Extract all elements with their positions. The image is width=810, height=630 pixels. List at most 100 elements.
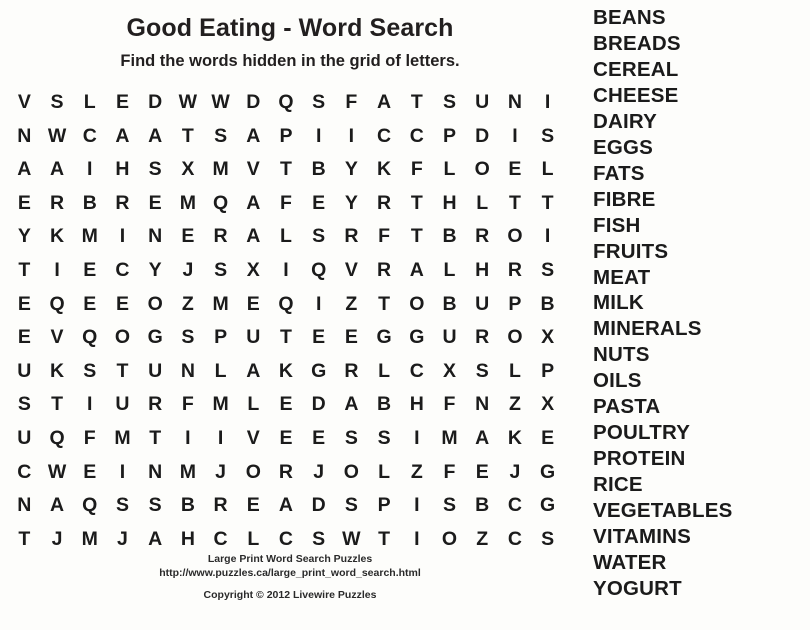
grid-cell[interactable]: J [106, 529, 139, 550]
grid-cell[interactable]: M [73, 529, 106, 550]
grid-cell[interactable]: A [466, 428, 499, 449]
grid-cell[interactable]: W [172, 93, 205, 113]
grid-cell[interactable]: R [139, 395, 172, 415]
grid-cell[interactable]: C [499, 529, 532, 550]
word-list-item[interactable]: FRUITS [593, 239, 810, 265]
grid-cell[interactable]: U [466, 93, 499, 113]
grid-cell[interactable]: S [172, 328, 205, 348]
grid-cell[interactable]: U [237, 328, 270, 348]
grid-cell[interactable]: W [204, 93, 237, 113]
grid-cell[interactable]: A [237, 361, 270, 382]
grid-cell[interactable]: S [531, 529, 564, 550]
grid-cell[interactable]: V [335, 261, 368, 281]
grid-cell[interactable]: T [400, 193, 433, 214]
word-list-item[interactable]: MILK [593, 290, 810, 316]
grid-cell[interactable]: L [237, 529, 270, 550]
grid-cell[interactable]: B [531, 294, 564, 315]
grid-cell[interactable]: E [73, 294, 106, 315]
grid-cell[interactable]: L [368, 462, 401, 483]
grid-cell[interactable]: I [73, 160, 106, 180]
grid-cell[interactable]: S [204, 261, 237, 281]
grid-cell[interactable]: I [270, 261, 303, 281]
grid-cell[interactable]: K [41, 227, 74, 247]
grid-cell[interactable]: I [531, 227, 564, 247]
grid-cell[interactable]: M [106, 428, 139, 449]
grid-cell[interactable]: Z [499, 395, 532, 415]
grid-cell[interactable]: S [335, 496, 368, 516]
grid-cell[interactable]: R [106, 193, 139, 214]
grid-cell[interactable]: S [73, 361, 106, 382]
grid-cell[interactable]: F [73, 428, 106, 449]
grid-cell[interactable]: Q [73, 328, 106, 348]
grid-cell[interactable]: R [368, 261, 401, 281]
grid-cell[interactable]: F [335, 93, 368, 113]
grid-cell[interactable]: R [466, 227, 499, 247]
grid-cell[interactable]: N [172, 361, 205, 382]
grid-cell[interactable]: F [172, 395, 205, 415]
word-list-item[interactable]: RICE [593, 472, 810, 498]
grid-cell[interactable]: G [368, 328, 401, 348]
grid-cell[interactable]: B [302, 160, 335, 180]
grid-cell[interactable]: A [237, 227, 270, 247]
grid-cell[interactable]: U [433, 328, 466, 348]
grid-cell[interactable]: Q [41, 428, 74, 449]
grid-cell[interactable]: R [466, 328, 499, 348]
word-list-item[interactable]: MEAT [593, 265, 810, 291]
grid-cell[interactable]: E [8, 193, 41, 214]
grid-cell[interactable]: E [499, 160, 532, 180]
grid-cell[interactable]: U [466, 294, 499, 315]
grid-cell[interactable]: X [172, 160, 205, 180]
footer-url[interactable]: http://www.puzzles.ca/large_print_word_s… [0, 567, 580, 581]
grid-cell[interactable]: A [237, 193, 270, 214]
grid-cell[interactable]: L [270, 227, 303, 247]
grid-cell[interactable]: F [433, 462, 466, 483]
grid-cell[interactable]: I [400, 529, 433, 550]
grid-cell[interactable]: I [531, 93, 564, 113]
grid-cell[interactable]: A [41, 496, 74, 516]
grid-cell[interactable]: T [499, 193, 532, 214]
grid-cell[interactable]: A [8, 160, 41, 180]
grid-cell[interactable]: D [237, 93, 270, 113]
grid-cell[interactable]: Y [335, 193, 368, 214]
grid-cell[interactable]: I [106, 462, 139, 483]
word-list-item[interactable]: NUTS [593, 342, 810, 368]
grid-cell[interactable]: T [172, 126, 205, 147]
grid-cell[interactable]: U [106, 395, 139, 415]
grid-cell[interactable]: E [237, 496, 270, 516]
grid-cell[interactable]: R [41, 193, 74, 214]
grid-cell[interactable]: M [172, 193, 205, 214]
grid-cell[interactable]: M [204, 294, 237, 315]
grid-cell[interactable]: P [204, 328, 237, 348]
letter-grid[interactable]: VSLEDWWDQSFATSUNINWCAATSAPIICCPDISAAIHSX… [8, 86, 564, 556]
grid-cell[interactable]: P [531, 361, 564, 382]
grid-cell[interactable]: O [466, 160, 499, 180]
grid-cell[interactable]: J [172, 261, 205, 281]
grid-cell[interactable]: S [41, 93, 74, 113]
grid-cell[interactable]: A [139, 126, 172, 147]
grid-cell[interactable]: C [499, 496, 532, 516]
grid-cell[interactable]: T [400, 227, 433, 247]
grid-cell[interactable]: I [73, 395, 106, 415]
grid-cell[interactable]: I [400, 428, 433, 449]
grid-cell[interactable]: X [531, 395, 564, 415]
grid-cell[interactable]: J [204, 462, 237, 483]
grid-cell[interactable]: K [368, 160, 401, 180]
word-list-item[interactable]: CHEESE [593, 83, 810, 109]
grid-cell[interactable]: A [139, 529, 172, 550]
grid-cell[interactable]: S [466, 361, 499, 382]
grid-cell[interactable]: O [106, 328, 139, 348]
grid-cell[interactable]: R [499, 261, 532, 281]
grid-cell[interactable]: B [73, 193, 106, 214]
grid-cell[interactable]: G [531, 496, 564, 516]
grid-cell[interactable]: U [8, 361, 41, 382]
grid-cell[interactable]: V [8, 93, 41, 113]
grid-cell[interactable]: S [433, 93, 466, 113]
grid-cell[interactable]: I [302, 294, 335, 315]
grid-cell[interactable]: F [368, 227, 401, 247]
grid-cell[interactable]: K [270, 361, 303, 382]
grid-cell[interactable]: E [270, 428, 303, 449]
grid-cell[interactable]: C [400, 361, 433, 382]
grid-cell[interactable]: C [106, 261, 139, 281]
grid-cell[interactable]: S [335, 428, 368, 449]
grid-cell[interactable]: M [172, 462, 205, 483]
